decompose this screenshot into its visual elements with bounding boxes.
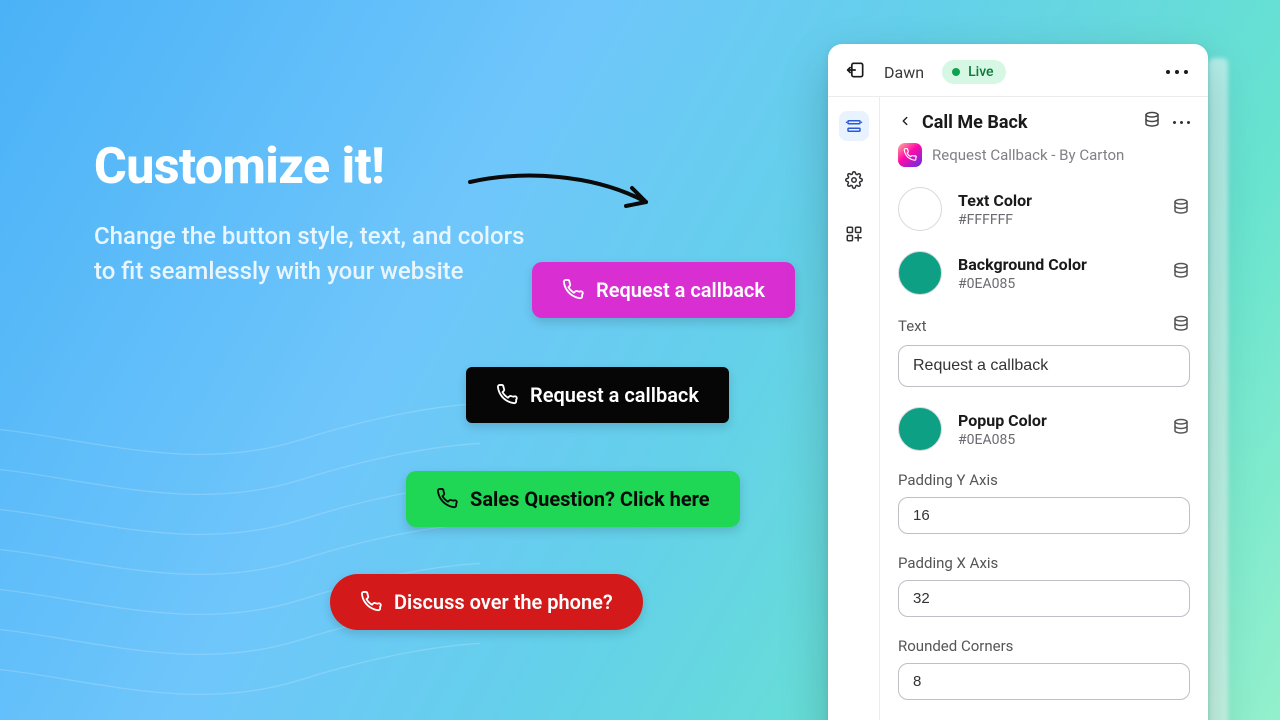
exit-icon[interactable] <box>846 60 866 84</box>
setting-rounded-corners: Rounded Corners <box>898 637 1190 700</box>
setting-label: Text Color <box>958 191 1156 210</box>
setting-label: Background Color <box>958 255 1156 274</box>
dynamic-source-button[interactable] <box>1172 262 1190 284</box>
hero-body: Change the button style, text, and color… <box>94 219 534 289</box>
rounded-corners-input[interactable] <box>898 663 1190 700</box>
section-more-button[interactable] <box>1173 121 1190 124</box>
color-swatch <box>898 251 942 295</box>
sample-button-label: Discuss over the phone? <box>394 590 613 614</box>
app-name: Request Callback - By Carton <box>932 146 1124 164</box>
sample-button-green[interactable]: Sales Question? Click here <box>406 471 740 527</box>
setting-text-color[interactable]: Text Color #FFFFFF <box>898 187 1190 231</box>
setting-value: #0EA085 <box>958 432 1156 448</box>
sample-button-pink[interactable]: Request a callback <box>532 262 795 318</box>
back-button[interactable] <box>898 113 912 132</box>
dynamic-source-button[interactable] <box>1143 111 1161 133</box>
padding-y-input[interactable] <box>898 497 1190 534</box>
setting-padding-y: Padding Y Axis <box>898 471 1190 534</box>
color-swatch <box>898 187 942 231</box>
dynamic-source-button[interactable] <box>1172 315 1190 337</box>
decorative-waves <box>0 380 480 720</box>
setting-text: Text <box>898 315 1190 387</box>
sample-button-black[interactable]: Request a callback <box>466 367 729 423</box>
status-label: Live <box>968 64 993 80</box>
sample-button-label: Sales Question? Click here <box>470 487 710 511</box>
dynamic-source-button[interactable] <box>1172 418 1190 440</box>
setting-label: Text <box>898 317 927 335</box>
sample-button-label: Request a callback <box>596 278 765 302</box>
setting-label: Popup Color <box>958 411 1156 430</box>
text-input[interactable] <box>898 345 1190 387</box>
phone-icon <box>562 279 584 301</box>
sample-button-label: Request a callback <box>530 383 699 407</box>
panel-shadow <box>1208 58 1228 720</box>
rail-tab-apps[interactable] <box>839 219 869 249</box>
phone-icon <box>496 384 518 406</box>
editor-panel: Dawn Live <box>828 44 1208 720</box>
padding-x-input[interactable] <box>898 580 1190 617</box>
setting-background-color[interactable]: Background Color #0EA085 <box>898 251 1190 295</box>
status-pill: Live <box>942 60 1005 84</box>
setting-label: Padding Y Axis <box>898 471 1190 489</box>
theme-name: Dawn <box>884 63 924 82</box>
status-dot-icon <box>952 68 960 76</box>
setting-value: #0EA085 <box>958 276 1156 292</box>
section-title: Call Me Back <box>922 112 1133 133</box>
dynamic-source-button[interactable] <box>1172 198 1190 220</box>
phone-icon <box>436 488 458 510</box>
topbar-more-button[interactable] <box>1166 70 1188 74</box>
setting-value: #FFFFFF <box>958 212 1156 228</box>
phone-icon <box>360 591 382 613</box>
rail-tab-settings[interactable] <box>839 165 869 195</box>
rail-tab-sections[interactable] <box>839 111 869 141</box>
setting-label: Padding X Axis <box>898 554 1190 572</box>
left-rail <box>828 97 880 720</box>
app-badge-icon <box>898 143 922 167</box>
sample-button-red[interactable]: Discuss over the phone? <box>330 574 643 630</box>
color-swatch <box>898 407 942 451</box>
setting-padding-x: Padding X Axis <box>898 554 1190 617</box>
arrow-annotation <box>464 168 664 228</box>
setting-label: Rounded Corners <box>898 637 1190 655</box>
setting-popup-color[interactable]: Popup Color #0EA085 <box>898 407 1190 451</box>
